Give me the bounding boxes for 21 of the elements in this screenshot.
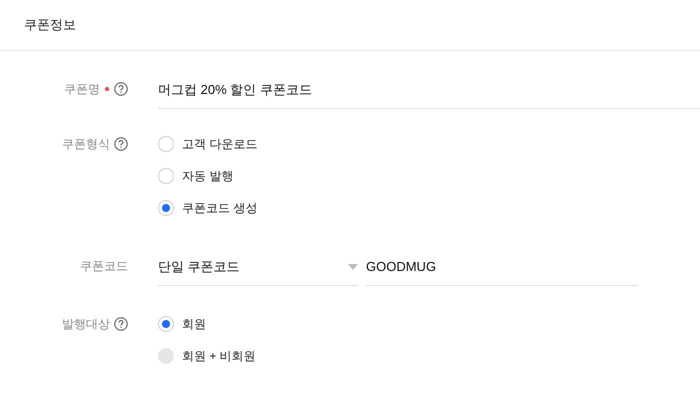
field-label: 쿠폰코드 bbox=[80, 258, 128, 275]
field-label: 쿠폰명 bbox=[64, 81, 100, 98]
radio-label: 자동 발행 bbox=[182, 168, 234, 185]
help-icon[interactable] bbox=[114, 137, 128, 151]
radio-label: 쿠폰코드 생성 bbox=[182, 200, 258, 217]
section-title: 쿠폰정보 bbox=[24, 16, 76, 34]
radio-label: 회원 bbox=[182, 316, 206, 333]
help-icon[interactable] bbox=[114, 82, 128, 96]
field-label: 쿠폰형식 bbox=[62, 136, 110, 153]
radio-button[interactable] bbox=[158, 316, 174, 332]
radio-button[interactable] bbox=[158, 168, 174, 184]
radio-label: 고객 다운로드 bbox=[182, 136, 258, 153]
radio-button[interactable] bbox=[158, 136, 174, 152]
caret-icon bbox=[348, 264, 358, 270]
coupon-code-field[interactable]: GOODMUG bbox=[366, 256, 638, 286]
radio-button[interactable] bbox=[158, 200, 174, 216]
field-label: 발행대상 bbox=[62, 316, 110, 333]
help-icon[interactable] bbox=[114, 317, 128, 331]
coupon-name-field[interactable]: 머그컵 20% 할인 쿠폰코드 bbox=[158, 79, 700, 109]
radio-label: 회원 + 비회원 bbox=[182, 348, 256, 365]
code-type-select[interactable]: 단일 쿠폰코드 bbox=[158, 256, 358, 286]
